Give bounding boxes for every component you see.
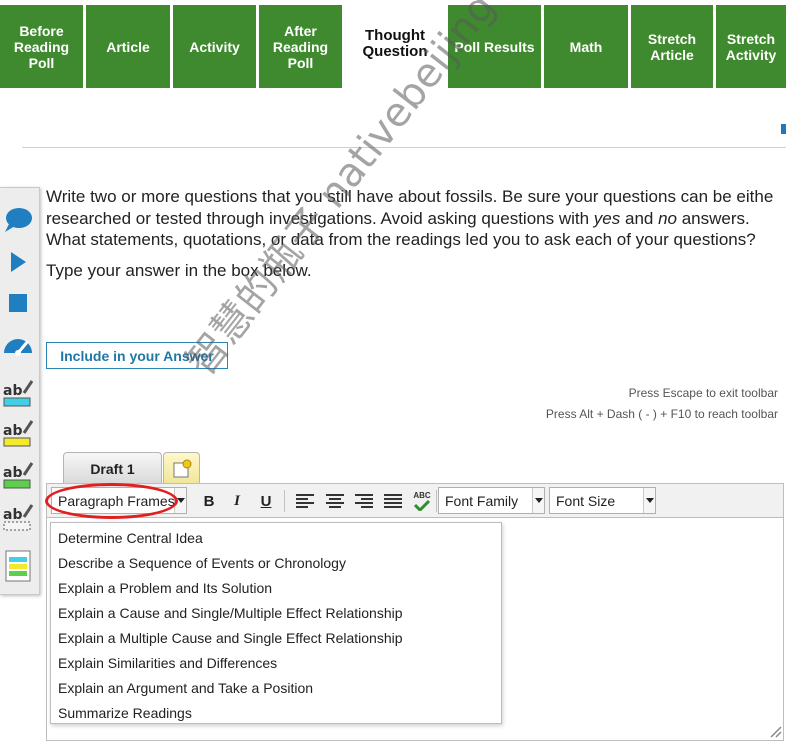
sticky-note-icon bbox=[173, 459, 191, 477]
frame-option[interactable]: Explain an Argument and Take a Position bbox=[58, 680, 313, 696]
play-icon[interactable] bbox=[0, 244, 36, 280]
chevron-down-icon bbox=[532, 488, 544, 513]
highlight-circle-annotation bbox=[45, 483, 178, 519]
notes-icon[interactable] bbox=[0, 548, 36, 584]
align-right-icon[interactable] bbox=[352, 489, 376, 513]
svg-text:ab: ab bbox=[3, 465, 22, 481]
align-left-icon[interactable] bbox=[293, 489, 317, 513]
scroll-indicator bbox=[781, 124, 786, 134]
tab-thought-question[interactable]: Thought Question bbox=[345, 0, 445, 88]
frame-option[interactable]: Explain a Cause and Single/Multiple Effe… bbox=[58, 605, 403, 621]
checkmark-icon bbox=[414, 499, 430, 511]
tab-math[interactable]: Math bbox=[544, 5, 628, 88]
question-line-3: What statements, quotations, or data fro… bbox=[46, 230, 756, 249]
frame-option[interactable]: Describe a Sequence of Events or Chronol… bbox=[58, 555, 346, 571]
align-justify-icon[interactable] bbox=[381, 489, 405, 513]
resize-grip-icon[interactable] bbox=[768, 724, 782, 738]
align-center-icon[interactable] bbox=[323, 489, 347, 513]
svg-text:ab: ab bbox=[3, 423, 22, 439]
eraser-icon[interactable]: ab bbox=[0, 500, 36, 536]
underline-button[interactable]: U bbox=[254, 489, 278, 513]
font-size-select[interactable]: Font Size bbox=[549, 487, 656, 514]
question-line-1: Write two or more questions that you sti… bbox=[46, 187, 774, 206]
frame-option[interactable]: Explain a Multiple Cause and Single Effe… bbox=[58, 630, 403, 646]
font-family-select[interactable]: Font Family bbox=[438, 487, 545, 514]
svg-text:ab: ab bbox=[3, 507, 22, 523]
frame-option[interactable]: Explain Similarities and Differences bbox=[58, 655, 277, 671]
bold-button[interactable]: B bbox=[197, 489, 221, 513]
tab-before-reading-poll[interactable]: Before Reading Poll bbox=[0, 5, 83, 88]
frame-option[interactable]: Explain a Problem and Its Solution bbox=[58, 580, 272, 596]
spellcheck-label: ABC bbox=[413, 490, 431, 500]
highlighter-cyan-icon[interactable]: ab bbox=[0, 376, 36, 412]
italic-button[interactable]: I bbox=[225, 489, 249, 513]
sticky-note-tab[interactable] bbox=[163, 452, 200, 484]
highlighter-yellow-icon[interactable]: ab bbox=[0, 416, 36, 452]
frame-option[interactable]: Summarize Readings bbox=[58, 705, 192, 721]
include-in-answer-button[interactable]: Include in your Answer bbox=[46, 342, 228, 369]
tab-stretch-activity[interactable]: Stretch Activity bbox=[716, 5, 786, 88]
divider bbox=[22, 147, 786, 148]
tab-after-reading-poll[interactable]: After Reading Poll bbox=[259, 5, 342, 88]
font-family-label: Font Family bbox=[445, 492, 519, 509]
svg-text:ab: ab bbox=[3, 383, 22, 399]
question-prompt: Write two or more questions that you sti… bbox=[46, 186, 786, 251]
paragraph-frames-dropdown: Determine Central Idea Describe a Sequen… bbox=[50, 522, 502, 724]
toolbar-separator bbox=[436, 490, 437, 512]
answer-instruction: Type your answer in the box below. bbox=[46, 261, 312, 280]
tab-article[interactable]: Article bbox=[86, 5, 170, 88]
toolbar-separator bbox=[284, 490, 285, 512]
tab-poll-results[interactable]: Poll Results bbox=[448, 5, 541, 88]
section-tabs: Before Reading Poll Article Activity Aft… bbox=[0, 0, 786, 88]
draft-1-tab[interactable]: Draft 1 bbox=[63, 452, 162, 484]
stop-icon[interactable] bbox=[0, 285, 36, 321]
tab-stretch-article[interactable]: Stretch Article bbox=[631, 5, 713, 88]
speed-gauge-icon[interactable] bbox=[0, 326, 36, 362]
chevron-down-icon bbox=[643, 488, 655, 513]
highlighter-green-icon[interactable]: ab bbox=[0, 458, 36, 494]
alt-hint: Press Alt + Dash ( - ) + F10 to reach to… bbox=[545, 407, 778, 421]
frame-option[interactable]: Determine Central Idea bbox=[58, 530, 203, 546]
speech-bubble-icon[interactable] bbox=[0, 202, 36, 238]
reading-tools-toolbar: ab ab ab ab bbox=[0, 187, 40, 595]
escape-hint: Press Escape to exit toolbar bbox=[628, 386, 778, 400]
spellcheck-button[interactable]: ABC bbox=[410, 489, 434, 513]
tab-activity[interactable]: Activity bbox=[173, 5, 256, 88]
font-size-label: Font Size bbox=[556, 492, 616, 509]
question-line-2: researched or tested through investigati… bbox=[46, 208, 750, 228]
